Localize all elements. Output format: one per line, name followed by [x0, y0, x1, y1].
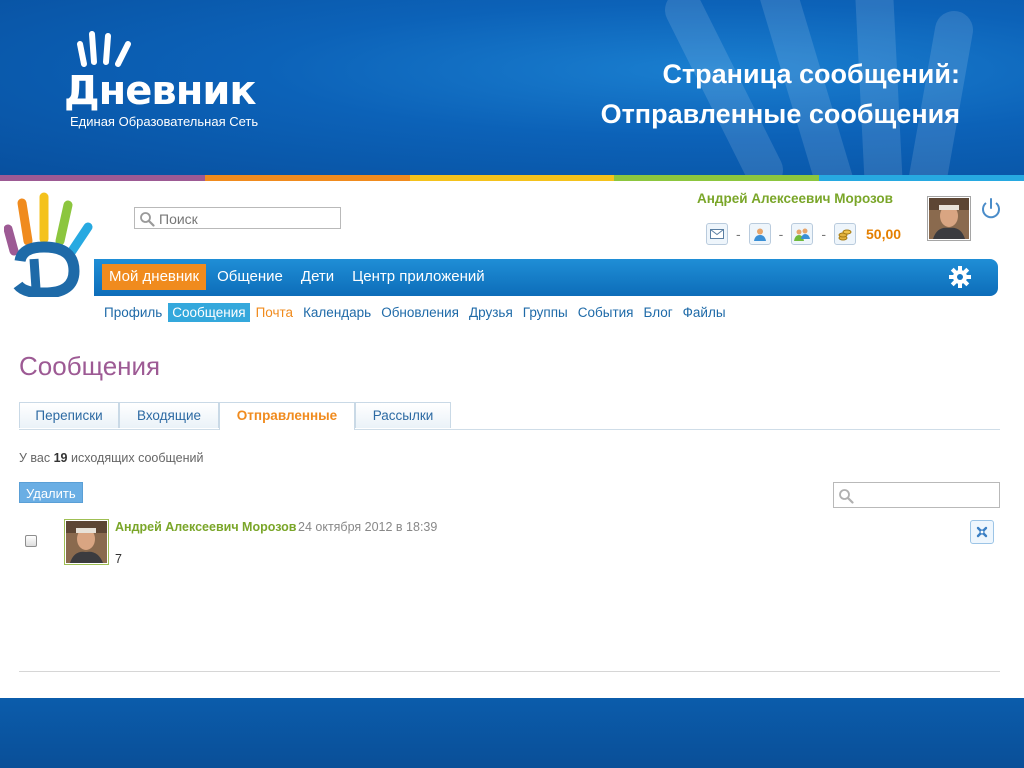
message-search-box[interactable]: [833, 482, 1000, 508]
friends-button[interactable]: [791, 223, 814, 245]
message-author-avatar[interactable]: [64, 519, 109, 565]
message-search-input[interactable]: [854, 487, 998, 504]
page-title: Сообщения: [19, 351, 161, 381]
logo-word: Дневник: [64, 68, 257, 114]
nav-children[interactable]: Дети: [294, 264, 341, 290]
search-icon: [839, 489, 854, 504]
count-prefix: У вас: [19, 451, 51, 465]
avatar-photo: [929, 198, 969, 239]
tab-inbox[interactable]: Входящие: [119, 402, 219, 428]
subnav-mail[interactable]: Почта: [252, 303, 298, 322]
close-icon: [976, 526, 988, 538]
user-name-link[interactable]: Андрей Алексеевич Морозов: [697, 191, 893, 206]
header-toolbar: - - - 50,00: [706, 223, 901, 245]
count-value: 19: [53, 451, 68, 465]
message-date: 24 октября 2012 в 18:39: [298, 520, 438, 534]
nav-my-diary[interactable]: Мой дневник: [102, 264, 207, 290]
subnav-messages[interactable]: Сообщения: [168, 303, 250, 322]
message-checkbox[interactable]: [25, 535, 37, 547]
mail-button[interactable]: [706, 223, 728, 245]
message-author-link[interactable]: Андрей Алексеевич Морозов: [115, 520, 296, 534]
tab-conversations[interactable]: Переписки: [19, 402, 119, 428]
dnevnik-hand-logo-icon[interactable]: [4, 189, 96, 297]
messages-count: У вас 19 исходящих сообщений: [19, 451, 204, 465]
friends-icon: [794, 228, 811, 241]
message-delete-button[interactable]: [970, 520, 994, 544]
subnav-calendar[interactable]: Календарь: [299, 303, 375, 322]
subnav-groups[interactable]: Группы: [519, 303, 572, 322]
list-item: Андрей Алексеевич Морозов 24 октября 201…: [0, 517, 1024, 577]
slide-header: Дневник Единая Образовательная Сеть Стра…: [0, 0, 1024, 175]
power-logout-icon[interactable]: [980, 197, 1002, 219]
avatar-photo: [66, 521, 107, 563]
delete-button[interactable]: Удалить: [19, 482, 83, 503]
user-icon: [753, 228, 766, 241]
tab-mailings[interactable]: Рассылки: [355, 402, 451, 428]
top-search-input[interactable]: [157, 210, 341, 228]
logo-subtitle: Единая Образовательная Сеть: [70, 114, 259, 129]
slide-title-line-1: Страница сообщений:: [662, 59, 960, 89]
main-navbar: Мой дневник Общение Дети Центр приложени…: [94, 259, 998, 296]
gear-icon[interactable]: [948, 265, 972, 289]
sub-navigation: Профиль Сообщения Почта Календарь Обновл…: [100, 303, 730, 322]
tab-sent[interactable]: Отправленные: [219, 402, 355, 430]
toolbar-separator: -: [736, 226, 741, 242]
message-tabs: Переписки Входящие Отправленные Рассылки: [19, 402, 1000, 430]
toolbar-separator: -: [821, 226, 827, 242]
user-avatar[interactable]: [927, 196, 971, 241]
search-icon: [140, 212, 155, 227]
subnav-files[interactable]: Файлы: [679, 303, 730, 322]
slide-footer: [0, 698, 1024, 768]
coins-balance: 50,00: [866, 226, 902, 242]
user-button[interactable]: [748, 223, 771, 245]
subnav-profile[interactable]: Профиль: [100, 303, 166, 322]
top-search-box[interactable]: [134, 207, 341, 229]
count-suffix: исходящих сообщений: [71, 451, 204, 465]
coins-button[interactable]: [834, 223, 857, 245]
subnav-events[interactable]: События: [574, 303, 638, 322]
slide-title: Страница сообщений: Отправленные сообщен…: [601, 54, 960, 134]
page: Андрей Алексеевич Морозов - -: [0, 181, 1024, 698]
content-divider: [19, 671, 1000, 672]
subnav-friends[interactable]: Друзья: [465, 303, 517, 322]
message-text[interactable]: 7: [115, 552, 122, 566]
mail-icon: [710, 229, 724, 239]
slide-title-line-2: Отправленные сообщения: [600, 99, 960, 129]
subnav-updates[interactable]: Обновления: [377, 303, 463, 322]
nav-communication[interactable]: Общение: [210, 264, 290, 290]
hand-logo-icon: [77, 31, 131, 67]
coins-icon: [838, 229, 852, 241]
toolbar-separator: -: [778, 226, 784, 242]
subnav-blog[interactable]: Блог: [639, 303, 676, 322]
nav-app-center[interactable]: Центр приложений: [345, 264, 491, 290]
